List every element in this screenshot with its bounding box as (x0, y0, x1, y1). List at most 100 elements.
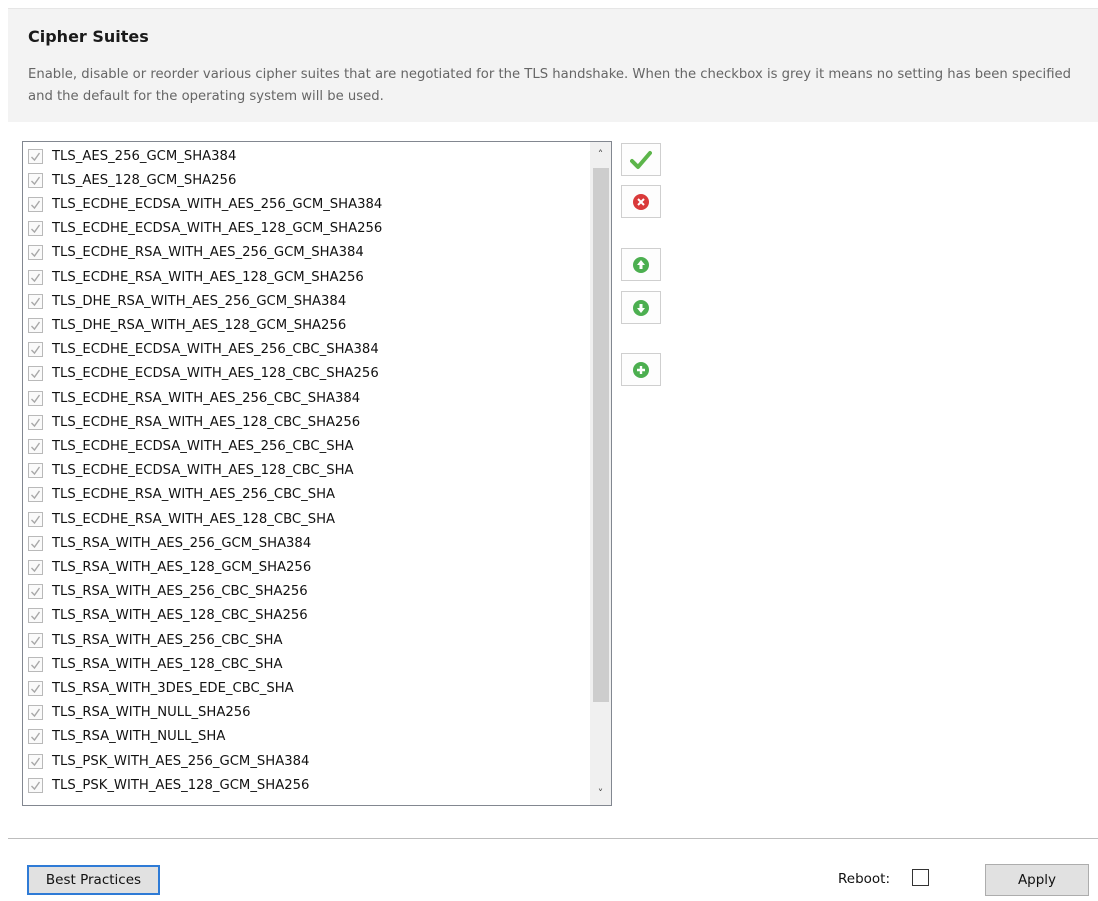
list-item[interactable]: TLS_ECDHE_RSA_WITH_AES_128_CBC_SHA (23, 507, 583, 531)
cipher-checkbox[interactable] (28, 608, 43, 624)
check-icon (31, 781, 41, 790)
cipher-checkbox[interactable] (28, 317, 43, 333)
check-icon (31, 200, 41, 209)
cipher-label: TLS_ECDHE_ECDSA_WITH_AES_128_GCM_SHA256 (52, 221, 383, 237)
list-item[interactable]: TLS_RSA_WITH_NULL_SHA256 (23, 701, 583, 725)
list-item[interactable]: TLS_RSA_WITH_AES_256_GCM_SHA384 (23, 531, 583, 555)
scroll-down-arrow-icon[interactable]: ˅ (590, 781, 611, 805)
cipher-checkbox[interactable] (28, 511, 43, 527)
list-item[interactable]: TLS_RSA_WITH_AES_256_CBC_SHA256 (23, 580, 583, 604)
check-icon (31, 345, 41, 355)
list-item[interactable]: TLS_AES_128_GCM_SHA256 (23, 168, 583, 192)
cipher-checkbox[interactable] (28, 656, 43, 672)
cipher-label: TLS_RSA_WITH_NULL_SHA256 (52, 705, 251, 721)
cipher-label: TLS_ECDHE_RSA_WITH_AES_256_GCM_SHA384 (52, 245, 364, 261)
list-item[interactable]: TLS_ECDHE_ECDSA_WITH_AES_256_CBC_SHA (23, 434, 583, 458)
cipher-label: TLS_ECDHE_ECDSA_WITH_AES_256_CBC_SHA384 (52, 342, 379, 358)
cipher-label: TLS_RSA_WITH_AES_128_GCM_SHA256 (52, 559, 312, 575)
cipher-checkbox[interactable] (28, 269, 43, 285)
list-item[interactable]: TLS_ECDHE_ECDSA_WITH_AES_256_CBC_SHA384 (23, 338, 583, 362)
add-button[interactable] (621, 353, 661, 386)
move-down-button[interactable] (621, 291, 661, 324)
list-item[interactable]: TLS_PSK_WITH_AES_128_GCM_SHA256 (23, 773, 583, 797)
cipher-label: TLS_ECDHE_RSA_WITH_AES_128_GCM_SHA256 (52, 269, 364, 285)
cipher-checkbox[interactable] (28, 535, 43, 551)
list-item[interactable]: TLS_ECDHE_RSA_WITH_AES_128_CBC_SHA256 (23, 410, 583, 434)
check-icon (31, 394, 41, 403)
list-item[interactable]: TLS_PSK_WITH_AES_256_GCM_SHA384 (23, 749, 583, 773)
list-item[interactable]: TLS_ECDHE_RSA_WITH_AES_256_GCM_SHA384 (23, 241, 583, 265)
reboot-checkbox[interactable] (912, 869, 929, 886)
cipher-checkbox[interactable] (28, 777, 43, 793)
cipher-checkbox[interactable] (28, 729, 43, 745)
apply-button[interactable]: Apply (985, 864, 1089, 896)
cipher-label: TLS_PSK_WITH_AES_256_GCM_SHA384 (52, 753, 310, 769)
list-scrollbar[interactable]: ˄ ˅ (590, 142, 611, 805)
cipher-checkbox[interactable] (28, 680, 43, 696)
list-item[interactable]: TLS_ECDHE_ECDSA_WITH_AES_128_CBC_SHA (23, 459, 583, 483)
enable-button[interactable] (621, 143, 661, 176)
scrollbar-thumb[interactable] (593, 168, 609, 702)
cipher-label: TLS_RSA_WITH_AES_128_CBC_SHA (52, 656, 283, 672)
scroll-up-arrow-icon[interactable]: ˄ (590, 142, 611, 166)
list-item[interactable]: TLS_ECDHE_RSA_WITH_AES_256_CBC_SHA384 (23, 386, 583, 410)
cipher-checkbox[interactable] (28, 245, 43, 261)
list-item[interactable]: TLS_RSA_WITH_NULL_SHA (23, 725, 583, 749)
check-icon (31, 442, 41, 451)
cipher-checkbox[interactable] (28, 342, 43, 358)
list-item[interactable]: TLS_ECDHE_RSA_WITH_AES_256_CBC_SHA (23, 483, 583, 507)
check-icon (31, 515, 41, 524)
list-item[interactable]: TLS_ECDHE_ECDSA_WITH_AES_128_CBC_SHA256 (23, 362, 583, 386)
move-up-button[interactable] (621, 248, 661, 281)
cipher-checkbox[interactable] (28, 221, 43, 237)
cipher-checkbox[interactable] (28, 172, 43, 188)
list-item[interactable]: TLS_DHE_RSA_WITH_AES_256_GCM_SHA384 (23, 289, 583, 313)
list-item[interactable]: TLS_ECDHE_ECDSA_WITH_AES_128_GCM_SHA256 (23, 217, 583, 241)
list-item[interactable]: TLS_ECDHE_ECDSA_WITH_AES_256_GCM_SHA384 (23, 192, 583, 216)
page-description: Enable, disable or reorder various ciphe… (28, 67, 1072, 104)
list-item[interactable]: TLS_RSA_WITH_3DES_EDE_CBC_SHA (23, 676, 583, 700)
cipher-label: TLS_DHE_RSA_WITH_AES_256_GCM_SHA384 (52, 293, 347, 309)
cipher-label: TLS_RSA_WITH_AES_256_GCM_SHA384 (52, 535, 312, 551)
check-icon (31, 248, 41, 258)
check-icon (31, 587, 41, 597)
cipher-label: TLS_DHE_RSA_WITH_AES_128_GCM_SHA256 (52, 317, 347, 333)
cipher-checkbox[interactable] (28, 196, 43, 212)
list-item[interactable]: TLS_AES_256_GCM_SHA384 (23, 144, 583, 168)
page-title: Cipher Suites (28, 27, 149, 46)
cipher-checkbox[interactable] (28, 584, 43, 600)
list-item[interactable]: TLS_RSA_WITH_AES_128_CBC_SHA256 (23, 604, 583, 628)
green-plus-icon (633, 361, 649, 378)
cipher-label: TLS_ECDHE_RSA_WITH_AES_256_CBC_SHA384 (52, 390, 361, 406)
reboot-label: Reboot: (838, 871, 891, 887)
cipher-checkbox[interactable] (28, 705, 43, 721)
cipher-label: TLS_ECDHE_RSA_WITH_AES_256_CBC_SHA (52, 487, 336, 503)
cipher-checkbox[interactable] (28, 559, 43, 575)
cipher-checkbox[interactable] (28, 366, 43, 382)
cipher-label: TLS_RSA_WITH_3DES_EDE_CBC_SHA (52, 680, 294, 696)
cipher-checkbox[interactable] (28, 414, 43, 430)
footer-divider (8, 838, 1098, 839)
cipher-checkbox[interactable] (28, 293, 43, 309)
cipher-checkbox[interactable] (28, 632, 43, 648)
disable-button[interactable] (621, 185, 661, 218)
list-item[interactable]: TLS_DHE_RSA_WITH_AES_128_GCM_SHA256 (23, 313, 583, 337)
green-down-arrow-icon (633, 299, 649, 316)
list-item[interactable]: TLS_RSA_WITH_AES_256_CBC_SHA (23, 628, 583, 652)
cipher-checkbox[interactable] (28, 390, 43, 406)
check-icon (31, 539, 41, 548)
list-item[interactable]: TLS_RSA_WITH_AES_128_GCM_SHA256 (23, 555, 583, 579)
cipher-label: TLS_ECDHE_ECDSA_WITH_AES_128_CBC_SHA256 (52, 366, 379, 382)
best-practices-button[interactable]: Best Practices (27, 865, 160, 895)
cipher-checkbox[interactable] (28, 438, 43, 454)
cipher-checkbox[interactable] (28, 148, 43, 164)
check-icon (31, 732, 41, 742)
check-icon (31, 563, 41, 572)
cipher-checkbox[interactable] (28, 463, 43, 479)
list-item[interactable]: TLS_RSA_WITH_AES_128_CBC_SHA (23, 652, 583, 676)
cipher-suite-list[interactable]: ˄ ˅ TLS_AES_256_GCM_SHA384 TLS_AES_128_GC… (22, 141, 612, 806)
list-item[interactable]: TLS_ECDHE_RSA_WITH_AES_128_GCM_SHA256 (23, 265, 583, 289)
cipher-checkbox[interactable] (28, 753, 43, 769)
cipher-checkbox[interactable] (28, 487, 43, 503)
green-up-arrow-icon (633, 256, 649, 273)
